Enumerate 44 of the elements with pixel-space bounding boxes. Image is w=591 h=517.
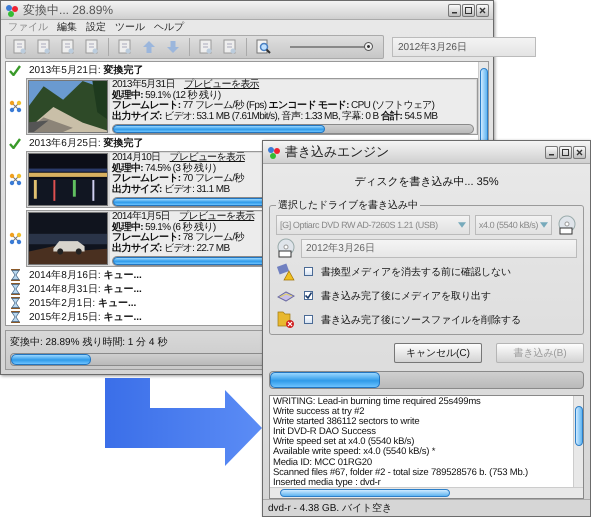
job-date: 2014月10日 プレビューを表示	[112, 153, 245, 163]
cancel-button[interactable]: キャンセル(C)	[394, 343, 482, 363]
free-space-text: dvd-r - 4.38 GB. バイト空き	[268, 502, 392, 515]
option-label: 書き込み完了後にメディアを取り出す	[321, 290, 491, 302]
log-line: Inserted media type : dvd-r	[273, 478, 381, 487]
job-detail: 出力サイズ: ビデオ: 31.1 MB	[112, 185, 230, 196]
job-detail: 処理中: 59.1% (6 秒 残り)	[112, 222, 216, 233]
job-detail: フレームレート: 77 フレーム/秒 (Fps) エンコード モード: CPU (ソフトウェア)	[112, 101, 434, 112]
log-line: Scanned files #67, folder #2 - total size 789528576 b. (753 Mb.)	[273, 468, 528, 478]
job-detail: 処理中: 59.1% (12 秒 残り)	[112, 90, 221, 101]
job-header: 2013年5月21日: 変換完了	[29, 64, 144, 76]
option-label: 書換型メディアを消去する前に確認しない	[321, 266, 511, 278]
job-detail: 処理中: 74.5% (3 秒 残り)	[112, 164, 216, 174]
log-line: WRITING: Lead-in burning time required 25s499ms	[273, 397, 481, 407]
job-detail: フレームレート: 70 フレーム/秒	[112, 174, 244, 184]
job-header: 2014年8月16日: キュー...	[29, 268, 142, 282]
job-header: 2015年2月15日: キュー...	[29, 310, 142, 324]
job-header: 2015年2月1日: キュー...	[29, 296, 136, 310]
menu-item[interactable]: ツール	[115, 20, 145, 34]
job-date: 2014年1月5日 プレビューを表示	[112, 212, 254, 222]
log-line: Write speed set at x4.0 (5540 kB/s)	[273, 437, 414, 448]
log-line: Init DVD-R DAO Success	[273, 427, 376, 438]
menu-item[interactable]: ヘルプ	[154, 20, 184, 34]
job-card[interactable]: 2013年5月31日 プレビューを表示 処理中: 59.1% (12 秒 残り) フレームレート: 77 フレーム/秒 (Fps) エンコード モード: CPU (ソフトウェア) 出力サイズ: ビデオ: 53.1 MB (7.61Mbit/s), 音声: 1.33 MB, 字幕: 0 B 合計: 54.5 MB	[26, 78, 478, 135]
log-line: Media ID: MCC 01RG20	[273, 458, 372, 468]
log-line: Write success at try #2	[273, 407, 364, 418]
job-header: 2013年6月25日: 変換完了	[29, 136, 144, 150]
job-date: 2013年5月31日 プレビューを表示	[112, 80, 260, 90]
option-label: 書き込み完了後にソースファイルを削除する	[321, 314, 521, 326]
status-text: 変換中: 28.89% 残り時間: 1 分 4 秒	[10, 336, 168, 349]
job-detail: 出力サイズ: ビデオ: 53.1 MB (7.61Mbit/s), 音声: 1.33 MB, 字幕: 0 B 合計: 54.5 MB	[112, 112, 438, 123]
menu-item[interactable]: 編集	[57, 20, 77, 34]
menu-item[interactable]: 設定	[86, 20, 106, 34]
job-header: 2014年8月31日: キュー...	[29, 282, 142, 296]
log-line: Available write speed: x4.0 (5540 kB/s) *	[273, 447, 436, 458]
preview-link[interactable]: プレビューを表示	[178, 211, 254, 222]
date-field[interactable]: 2012年3月26日	[392, 36, 536, 56]
job-detail: 出力サイズ: ビデオ: 22.7 MB	[112, 244, 230, 255]
job-detail: フレームレート: 78 フレーム/秒	[112, 233, 244, 244]
log-line: Write started 386112 sectors to write	[273, 417, 420, 428]
disc-label-field[interactable]: 2012年3月26日	[301, 238, 577, 258]
preview-link[interactable]: プレビューを表示	[170, 152, 245, 163]
window-title: 変換中... 28.89%	[23, 2, 114, 18]
preview-link[interactable]: プレビューを表示	[184, 79, 260, 90]
